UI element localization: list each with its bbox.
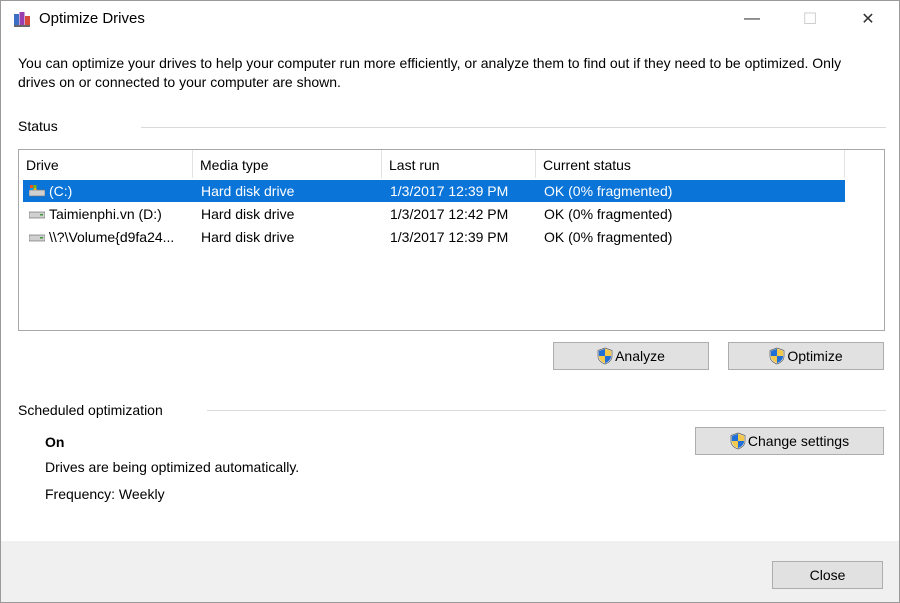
schedule-state: On [45, 434, 65, 450]
optimize-button[interactable]: Optimize [728, 342, 884, 370]
change-settings-button[interactable]: Change settings [695, 427, 884, 455]
analyze-label: Analyze [615, 348, 665, 364]
description-text: You can optimize your drives to help you… [18, 55, 842, 90]
status-section-title: Status [18, 118, 58, 134]
system-drive-icon [29, 185, 45, 197]
schedule-frequency: Frequency: Weekly [45, 486, 165, 502]
analyze-button[interactable]: Analyze [553, 342, 709, 370]
maximize-button[interactable]: ☐ [781, 1, 839, 37]
scheduled-section-title: Scheduled optimization [18, 402, 163, 418]
current-status-cell: OK (0% fragmented) [544, 229, 673, 245]
last-run-cell: 1/3/2017 12:42 PM [390, 206, 509, 222]
drive-row[interactable]: Taimienphi.vn (D:) Hard disk drive 1/3/2… [23, 203, 845, 225]
title-bar: Optimize Drives — ☐ ✕ [1, 1, 899, 37]
drive-name: \\?\Volume{d9fa24... [49, 229, 175, 245]
shield-icon [730, 432, 746, 450]
close-button[interactable]: Close [772, 561, 883, 589]
footer-bar [1, 541, 899, 602]
status-separator [141, 127, 886, 128]
drive-name: (C:) [49, 183, 73, 199]
drive-row[interactable]: (C:) Hard disk drive 1/3/2017 12:39 PM O… [23, 180, 845, 202]
last-run-cell: 1/3/2017 12:39 PM [390, 229, 509, 245]
media-type-cell: Hard disk drive [201, 206, 295, 222]
drive-list[interactable]: Drive Media type Last run Current status… [18, 149, 885, 331]
column-header-last-run[interactable]: Last run [382, 150, 536, 178]
drive-icon [29, 211, 45, 219]
shield-icon [770, 347, 785, 365]
schedule-description: Drives are being optimized automatically… [45, 459, 300, 475]
drive-row[interactable]: \\?\Volume{d9fa24... Hard disk drive 1/3… [23, 226, 845, 248]
optimize-drives-window: Optimize Drives — ☐ ✕ You can optimize y… [0, 0, 900, 603]
column-header-drive[interactable]: Drive [19, 150, 193, 178]
change-settings-label: Change settings [747, 433, 850, 449]
column-header-current-status[interactable]: Current status [536, 150, 845, 178]
column-header-media-type[interactable]: Media type [193, 150, 382, 178]
drive-name: Taimienphi.vn (D:) [49, 206, 162, 222]
scheduled-separator [207, 410, 886, 411]
shield-icon [597, 347, 613, 365]
window-title: Optimize Drives [39, 10, 145, 27]
minimize-button[interactable]: — [723, 1, 781, 37]
current-status-cell: OK (0% fragmented) [544, 183, 673, 199]
close-window-button[interactable]: ✕ [839, 1, 897, 37]
media-type-cell: Hard disk drive [201, 183, 295, 199]
last-run-cell: 1/3/2017 12:39 PM [390, 183, 509, 199]
media-type-cell: Hard disk drive [201, 229, 295, 245]
drive-icon [29, 234, 45, 242]
optimize-label: Optimize [787, 348, 843, 364]
optimize-drives-app-icon [14, 12, 30, 27]
current-status-cell: OK (0% fragmented) [544, 206, 673, 222]
